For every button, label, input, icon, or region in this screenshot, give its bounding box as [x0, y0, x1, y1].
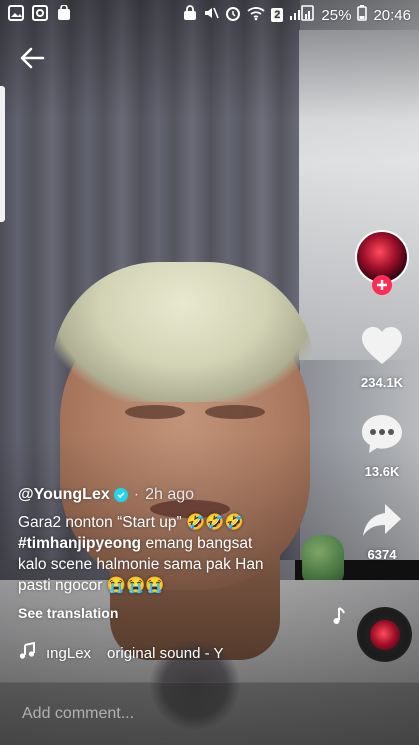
comment-input[interactable]	[20, 704, 384, 724]
sound-disc-cover	[369, 619, 400, 650]
video-caption: @YoungLex · 2h ago Gara2 nonton “Start u…	[18, 486, 328, 621]
caption-line-2-text: emang bangsat	[141, 535, 253, 552]
comment-count: 13.6K	[364, 464, 400, 479]
sim2-badge: 2	[271, 8, 284, 22]
post-time: 2h ago	[145, 486, 195, 503]
music-note-icon	[18, 641, 36, 664]
share-button[interactable]: 6374	[352, 502, 412, 562]
sound-author-text: ıngLex	[46, 644, 92, 662]
like-count: 234.1K	[361, 375, 403, 390]
separator-dot: ·	[133, 486, 140, 503]
like-button[interactable]: 234.1K	[352, 326, 412, 390]
sound-disc[interactable]	[357, 607, 412, 662]
signal-icon	[289, 5, 315, 25]
back-button[interactable]	[18, 44, 54, 74]
left-eye	[125, 405, 185, 419]
plus-icon	[376, 275, 388, 295]
mute-icon	[203, 5, 220, 25]
heart-icon	[360, 326, 404, 371]
lock-icon	[183, 5, 197, 25]
alarm-icon	[225, 5, 241, 25]
sound-title-text: original sound - Y	[107, 644, 224, 662]
share-count: 6374	[367, 547, 397, 562]
see-translation-link[interactable]: See translation	[18, 605, 328, 621]
comment-button[interactable]: 13.6K	[352, 413, 412, 479]
comment-bar	[0, 682, 419, 745]
right-eye	[205, 405, 265, 419]
caption-line-3: kalo scene halmonie sama pak Han	[18, 556, 264, 573]
status-bar: 2 25% 20:46	[0, 0, 419, 30]
floating-note-icon	[332, 606, 346, 631]
wifi-icon	[247, 5, 265, 25]
follow-button[interactable]	[372, 275, 392, 295]
shopping-bag-icon	[56, 4, 72, 25]
hashtag-link[interactable]: #timhanjipyeong	[18, 535, 141, 552]
verified-icon	[113, 488, 128, 502]
battery-percent: 25%	[321, 6, 352, 24]
caption-line-4: pasti ngocor 😭😭😭	[18, 577, 165, 594]
author-row: @YoungLex · 2h ago	[18, 486, 328, 504]
share-arrow-icon	[361, 502, 403, 543]
system-icons: 2 25% 20:46	[183, 5, 411, 25]
clock: 20:46	[373, 6, 411, 24]
comment-bubble-icon	[360, 413, 404, 460]
screenshot-icon	[32, 5, 48, 25]
caption-line-2: #timhanjipyeong emang bangsat	[18, 533, 328, 554]
gallery-icon	[8, 5, 24, 25]
sound-row[interactable]: ıngLex original sound - Y	[18, 641, 298, 664]
caption-line-1: Gara2 nonton “Start up” 🤣🤣🤣	[18, 514, 244, 531]
notification-icons	[8, 4, 72, 25]
caption-text: Gara2 nonton “Start up” 🤣🤣🤣 #timhanjipye…	[18, 512, 328, 596]
author-name[interactable]: @YoungLex	[18, 486, 110, 504]
back-arrow-icon	[18, 47, 46, 76]
battery-icon	[357, 5, 368, 25]
creator-avatar-group[interactable]	[355, 230, 411, 296]
left-edge-handle[interactable]	[0, 86, 5, 222]
